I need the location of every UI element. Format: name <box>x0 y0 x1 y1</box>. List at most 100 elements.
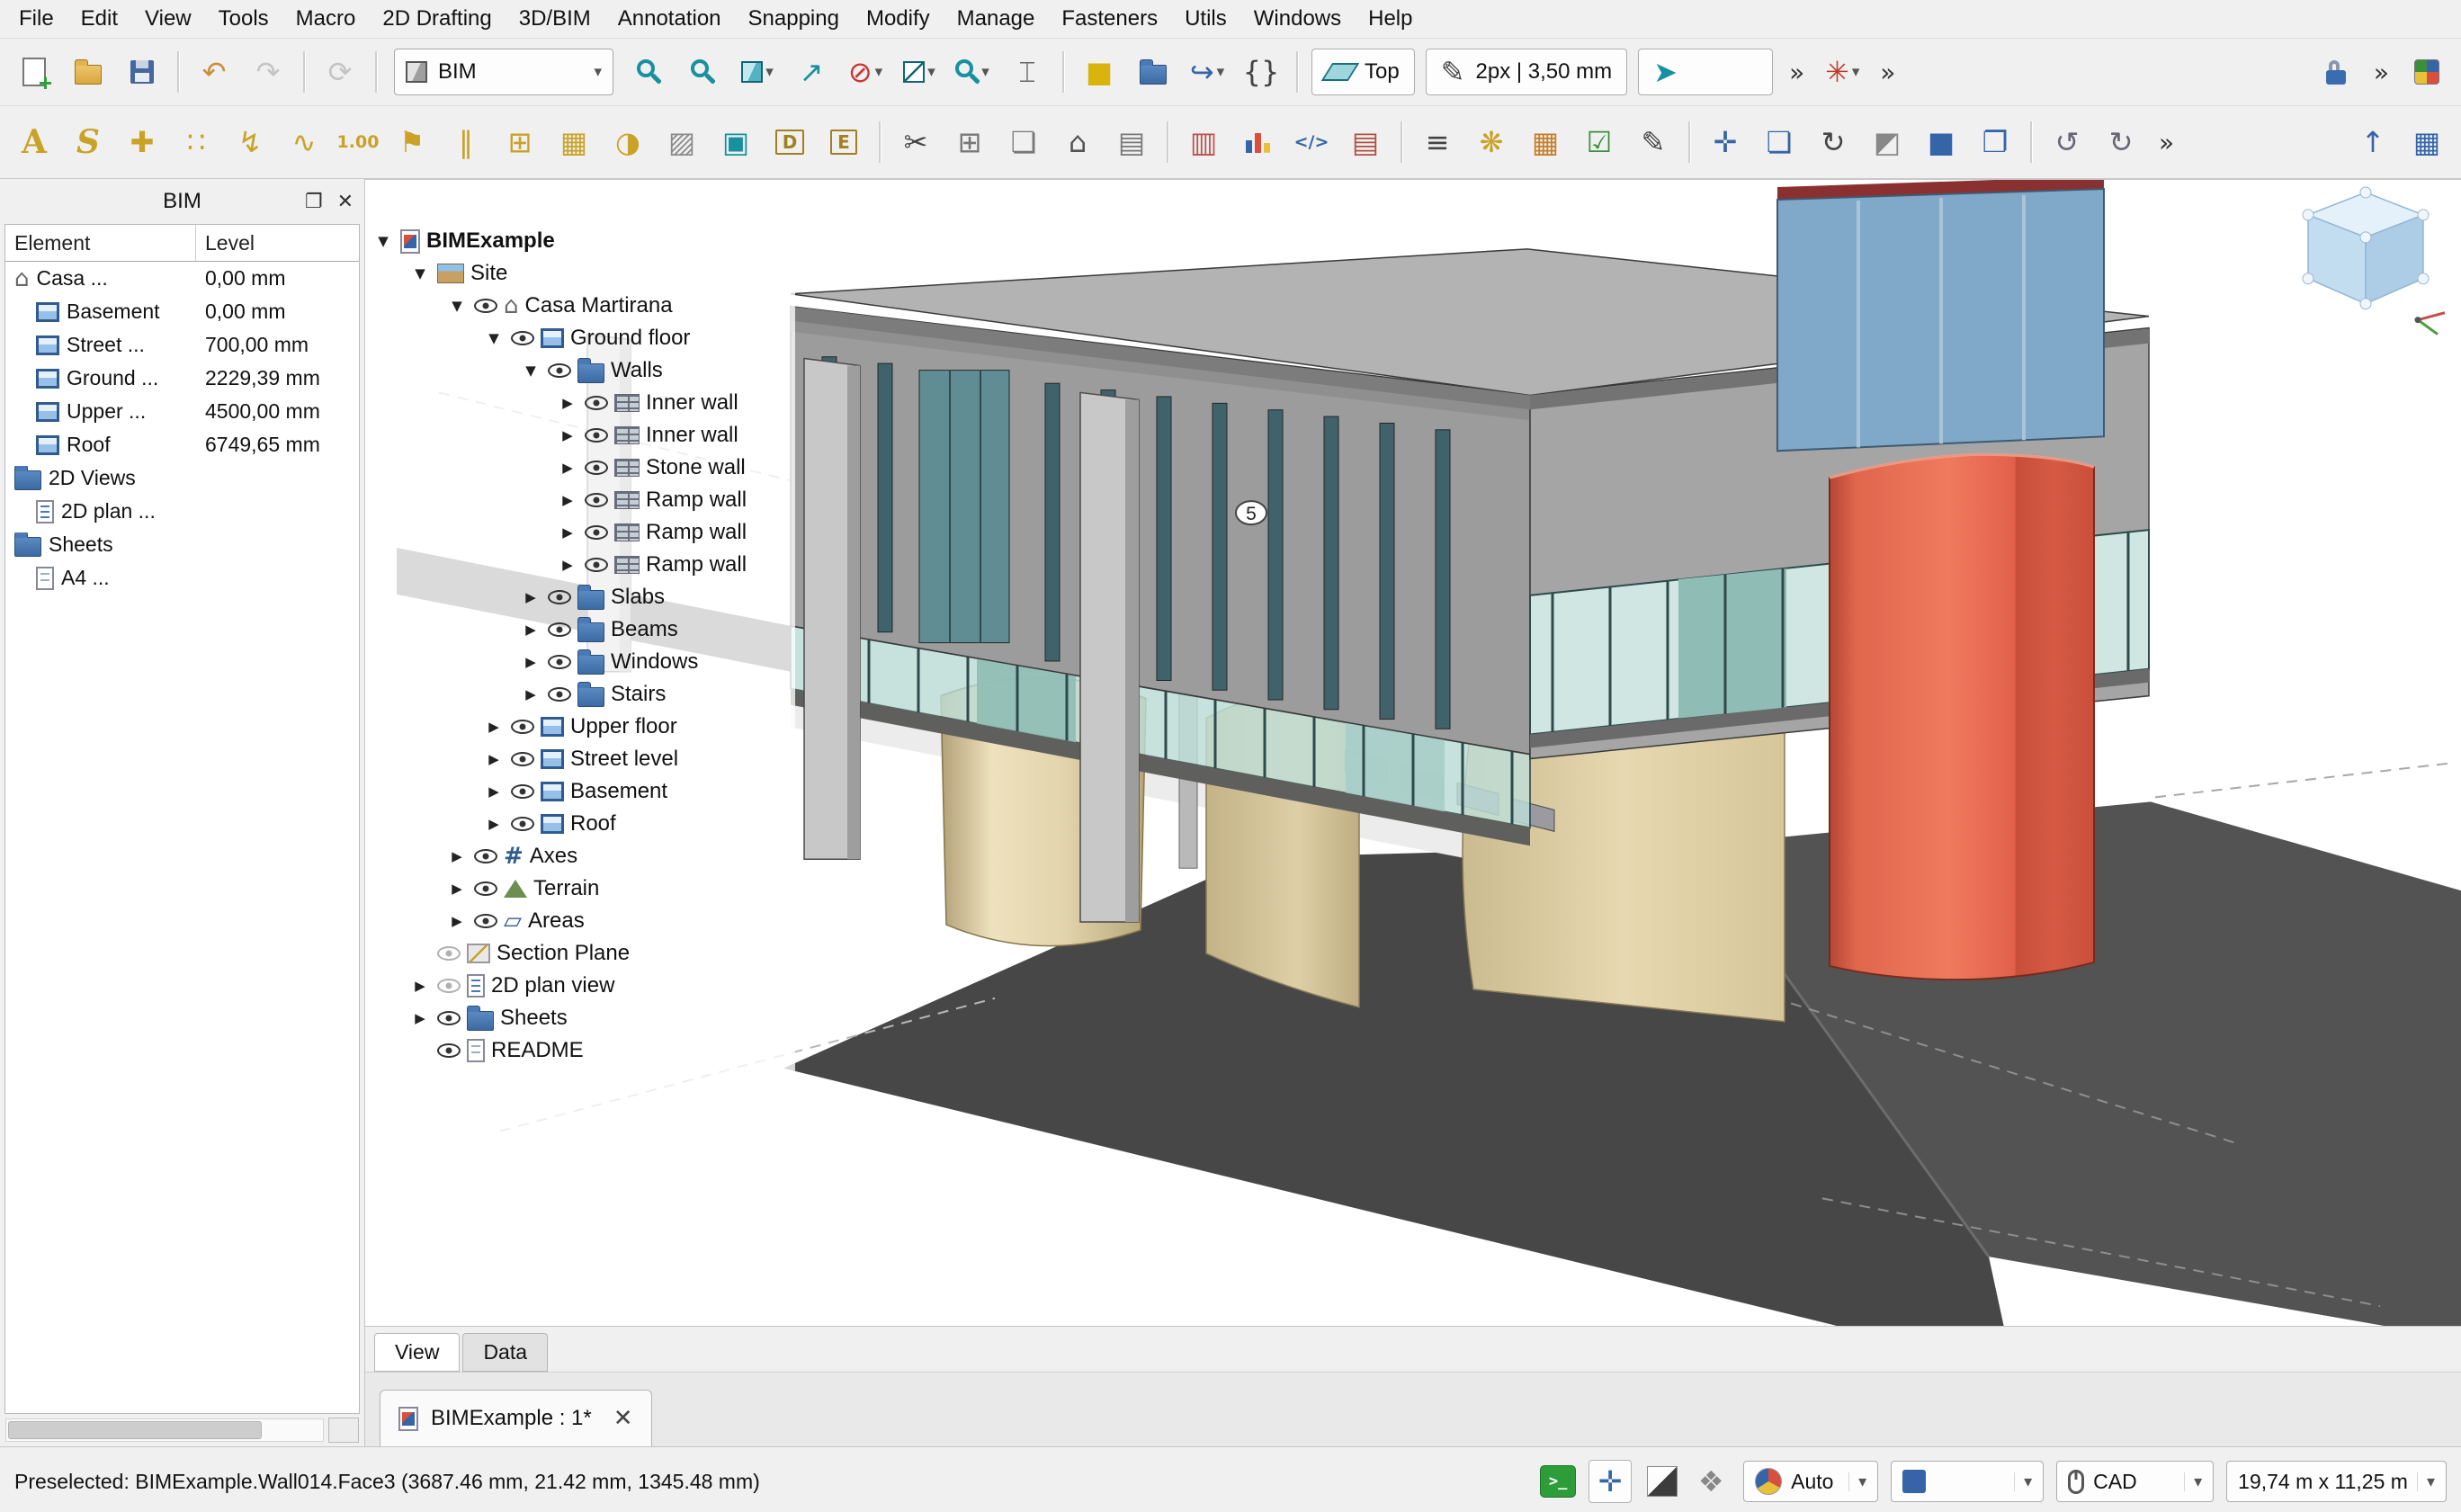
menu-fasteners[interactable]: Fasteners <box>1048 4 1171 34</box>
table-row-2d-plan[interactable]: 2D plan ... <box>5 495 359 528</box>
expand-arrow-icon[interactable]: ▶ <box>446 881 468 897</box>
toolbar-overflow-1[interactable]: » <box>1778 58 1815 87</box>
expand-arrow-icon[interactable]: ▶ <box>520 622 541 638</box>
expand-arrow-icon[interactable]: ▼ <box>409 265 431 282</box>
fit-all-icon[interactable] <box>623 49 676 95</box>
python-console-toggle[interactable]: >_ <box>1540 1465 1576 1498</box>
draft-nodes-icon[interactable]: ∷ <box>170 119 222 166</box>
rewind-tool-icon[interactable]: ↻ <box>2095 119 2147 166</box>
expand-arrow-icon[interactable]: ▶ <box>557 492 578 508</box>
open-document-icon[interactable] <box>62 49 114 95</box>
wp-proxy-icon[interactable]: ❐ <box>1969 119 2021 166</box>
workbench-selector[interactable]: BIM▾ <box>394 49 613 95</box>
image-plane-icon[interactable]: ▣ <box>710 119 762 166</box>
box-tool-icon[interactable]: ❏ <box>998 119 1050 166</box>
menu-edit[interactable]: Edit <box>67 4 131 34</box>
toolbar-overflow-2[interactable]: » <box>1869 58 1906 87</box>
table-row-casa[interactable]: ⌂Casa ...0,00 mm <box>5 262 359 295</box>
array-tool-icon[interactable]: ▦ <box>2401 119 2453 166</box>
menu-2d-drafting[interactable]: 2D Drafting <box>369 4 505 34</box>
tab-view[interactable]: View <box>374 1333 460 1372</box>
building-tool-icon[interactable]: ⌂ <box>1052 119 1104 166</box>
tree-item-upper-floor[interactable]: ▶Upper floor <box>365 711 795 743</box>
copy-tool-icon[interactable]: ❏ <box>1753 119 1805 166</box>
tree-item-section-plane[interactable]: Section Plane <box>365 937 795 970</box>
undo-icon[interactable]: ↶ <box>188 49 240 95</box>
expand-arrow-icon[interactable]: ▶ <box>557 557 578 573</box>
close-tab-icon[interactable]: ✕ <box>613 1405 633 1432</box>
ifc-box-icon[interactable]: ■ <box>1073 49 1125 95</box>
scrollbar-thumb[interactable] <box>8 1421 262 1439</box>
expand-arrow-icon[interactable]: ▶ <box>483 719 505 735</box>
tree-item-stairs[interactable]: ▶Stairs <box>365 678 795 711</box>
arc-half-icon[interactable]: ◑ <box>602 119 654 166</box>
annotation-style-icon[interactable]: ✎ <box>1627 119 1679 166</box>
text-tool-icon[interactable]: A <box>8 119 60 166</box>
tree-item-areas[interactable]: ▶▱Areas <box>365 905 795 937</box>
navigation-style-selector[interactable]: CAD▾ <box>2056 1461 2214 1502</box>
tree-item-terrain[interactable]: ▶Terrain <box>365 872 795 905</box>
clerestory-glazing[interactable] <box>1777 180 2104 451</box>
axis-cross-toggle[interactable]: ✛ <box>1588 1460 1632 1503</box>
new-document-icon[interactable] <box>8 49 60 95</box>
zoom-icon[interactable] <box>677 49 729 95</box>
navigation-cube[interactable] <box>2303 187 2445 335</box>
extrude-tool-icon[interactable]: ■ <box>1915 119 1967 166</box>
shapestring-tool-icon[interactable]: S <box>62 119 114 166</box>
expand-arrow-icon[interactable]: ▶ <box>483 783 505 800</box>
measure-icon[interactable]: ⌶ <box>1001 49 1053 95</box>
component-tool-icon[interactable]: ▥ <box>1177 119 1230 166</box>
axonometric-view-icon[interactable]: ▾ <box>731 49 783 95</box>
document-tab-bimexample-1[interactable]: BIMExample : 1*✕ <box>380 1390 652 1446</box>
hatch-tool-icon[interactable]: ▨ <box>656 119 708 166</box>
clipboard-tool-icon[interactable]: ▤ <box>1339 119 1392 166</box>
code-tool-icon[interactable]: </> <box>1285 119 1338 166</box>
tree-item-walls[interactable]: ▼Walls <box>365 354 795 387</box>
menu-macro[interactable]: Macro <box>282 4 370 34</box>
expand-arrow-icon[interactable]: ▶ <box>557 460 578 476</box>
tree-item-inner-wall[interactable]: ▶Inner wall <box>365 419 795 452</box>
expand-arrow-icon[interactable]: ▶ <box>520 654 541 670</box>
table-row-upper[interactable]: Upper ...4500,00 mm <box>5 395 359 428</box>
expand-arrow-icon[interactable]: ▼ <box>520 362 541 379</box>
draft-wire-icon[interactable]: ↯ <box>224 119 276 166</box>
scrollbar-track[interactable] <box>5 1418 324 1442</box>
float-panel-icon[interactable]: ❐ <box>305 191 323 213</box>
panel-horizontal-scrollbar[interactable] <box>5 1417 359 1444</box>
material-tool-icon[interactable]: ❋ <box>1465 119 1517 166</box>
tree-item-readme[interactable]: README <box>365 1034 795 1067</box>
table-row-basement[interactable]: Basement0,00 mm <box>5 295 359 328</box>
table-row-roof[interactable]: Roof6749,65 mm <box>5 428 359 461</box>
menu-file[interactable]: File <box>5 4 67 34</box>
stop-icon[interactable]: ⊘▾ <box>839 49 891 95</box>
expand-arrow-icon[interactable]: ▶ <box>520 589 541 605</box>
tree-item-2d-plan-view[interactable]: ▶2D plan view <box>365 970 795 1002</box>
dimension-tool-icon[interactable]: 1.00 <box>332 119 384 166</box>
tree-item-beams[interactable]: ▶Beams <box>365 613 795 646</box>
tree-item-windows[interactable]: ▶Windows <box>365 646 795 678</box>
save-document-icon[interactable] <box>116 49 168 95</box>
tree-item-inner-wall[interactable]: ▶Inner wall <box>365 387 795 419</box>
table-row-ground[interactable]: Ground ...2229,39 mm <box>5 362 359 395</box>
draft-arc-icon[interactable]: ∿ <box>278 119 330 166</box>
go-arrow-icon[interactable]: ↗ <box>785 49 837 95</box>
offset-tool-icon[interactable]: ◩ <box>1861 119 1913 166</box>
expand-arrow-icon[interactable]: ▶ <box>446 848 468 864</box>
tree-item-site[interactable]: ▼Site <box>365 257 795 290</box>
tree-item-street-level[interactable]: ▶Street level <box>365 743 795 775</box>
tree-item-casa-martirana[interactable]: ▼⌂Casa Martirana <box>365 290 795 322</box>
label-tool-icon[interactable]: ⚑ <box>386 119 438 166</box>
menu-help[interactable]: Help <box>1355 4 1426 34</box>
menu-snapping[interactable]: Snapping <box>735 4 853 34</box>
todo-tool-icon[interactable]: ☑ <box>1573 119 1625 166</box>
tree-item-ramp-wall[interactable]: ▶Ramp wall <box>365 516 795 549</box>
expand-arrow-icon[interactable]: ▼ <box>372 233 394 249</box>
zoom-selection-icon[interactable]: ▾ <box>947 49 999 95</box>
nudge-selector[interactable]: Auto▾ <box>1743 1461 1878 1502</box>
navigation-cluster-icon[interactable]: ❖ <box>1693 1467 1729 1496</box>
expand-arrow-icon[interactable]: ▶ <box>409 978 431 994</box>
tree-item-sheets[interactable]: ▶Sheets <box>365 1002 795 1034</box>
table-row-sheets[interactable]: Sheets <box>5 528 359 561</box>
expand-arrow-icon[interactable]: ▼ <box>483 330 505 346</box>
toolbar-overflow-4[interactable]: » <box>2148 128 2185 157</box>
